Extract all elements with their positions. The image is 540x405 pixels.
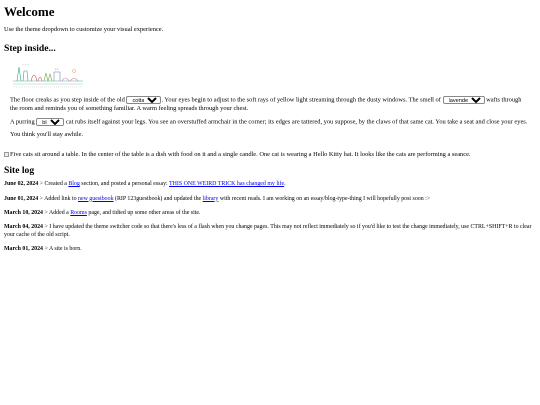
cats-image-alt: Five cats sit around a table. In the cen… [10, 151, 471, 159]
story-section: The floor creaks as you step inside of t… [10, 96, 536, 139]
theme-select[interactable]: cottage [126, 96, 162, 105]
cat-color-select[interactable]: black [36, 117, 65, 126]
story-paragraph-3: You think you'll stay awhile. [10, 131, 84, 139]
blog-link[interactable]: Blog [68, 181, 79, 187]
svg-text:~ ~ ~: ~ ~ ~ [22, 62, 29, 66]
cats-image: Five cats sit around a table. In the cen… [4, 151, 536, 159]
site-log-heading: Site log [4, 165, 35, 177]
log-entry: March 10, 2024 > Added a Rooms page, and… [4, 209, 201, 216]
step-inside-heading: Step inside... [4, 43, 56, 55]
log-entry: March 01, 2024 > A site is born. [4, 246, 82, 253]
site-log-list: June 02, 2024 > Created a Blog section, … [4, 181, 536, 253]
cottage-doodle-image: ~ ~ ~ x x [13, 62, 83, 88]
library-link[interactable]: library [203, 196, 219, 202]
scent-select[interactable]: lavender [442, 96, 485, 105]
broken-image-icon [4, 152, 9, 158]
page-title: Welcome [4, 4, 55, 19]
log-entry: March 04, 2024 > I have updated the them… [4, 224, 532, 238]
intro-text: Use the theme dropdown to customize your… [4, 26, 164, 34]
log-entry: June 01, 2024 > Added link to new guestb… [4, 195, 431, 202]
log-entry: June 02, 2024 > Created a Blog section, … [4, 181, 286, 188]
story-paragraph-1: The floor creaks as you step inside of t… [10, 96, 528, 112]
essay-link[interactable]: THIS ONE WEIRD TRICK has changed my life [169, 181, 284, 187]
rooms-link[interactable]: Rooms [70, 210, 87, 216]
story-paragraph-2: A purring black cat rubs itself against … [10, 117, 528, 126]
svg-text:x x: x x [55, 68, 59, 71]
guestbook-link[interactable]: new guestbook [78, 196, 114, 202]
